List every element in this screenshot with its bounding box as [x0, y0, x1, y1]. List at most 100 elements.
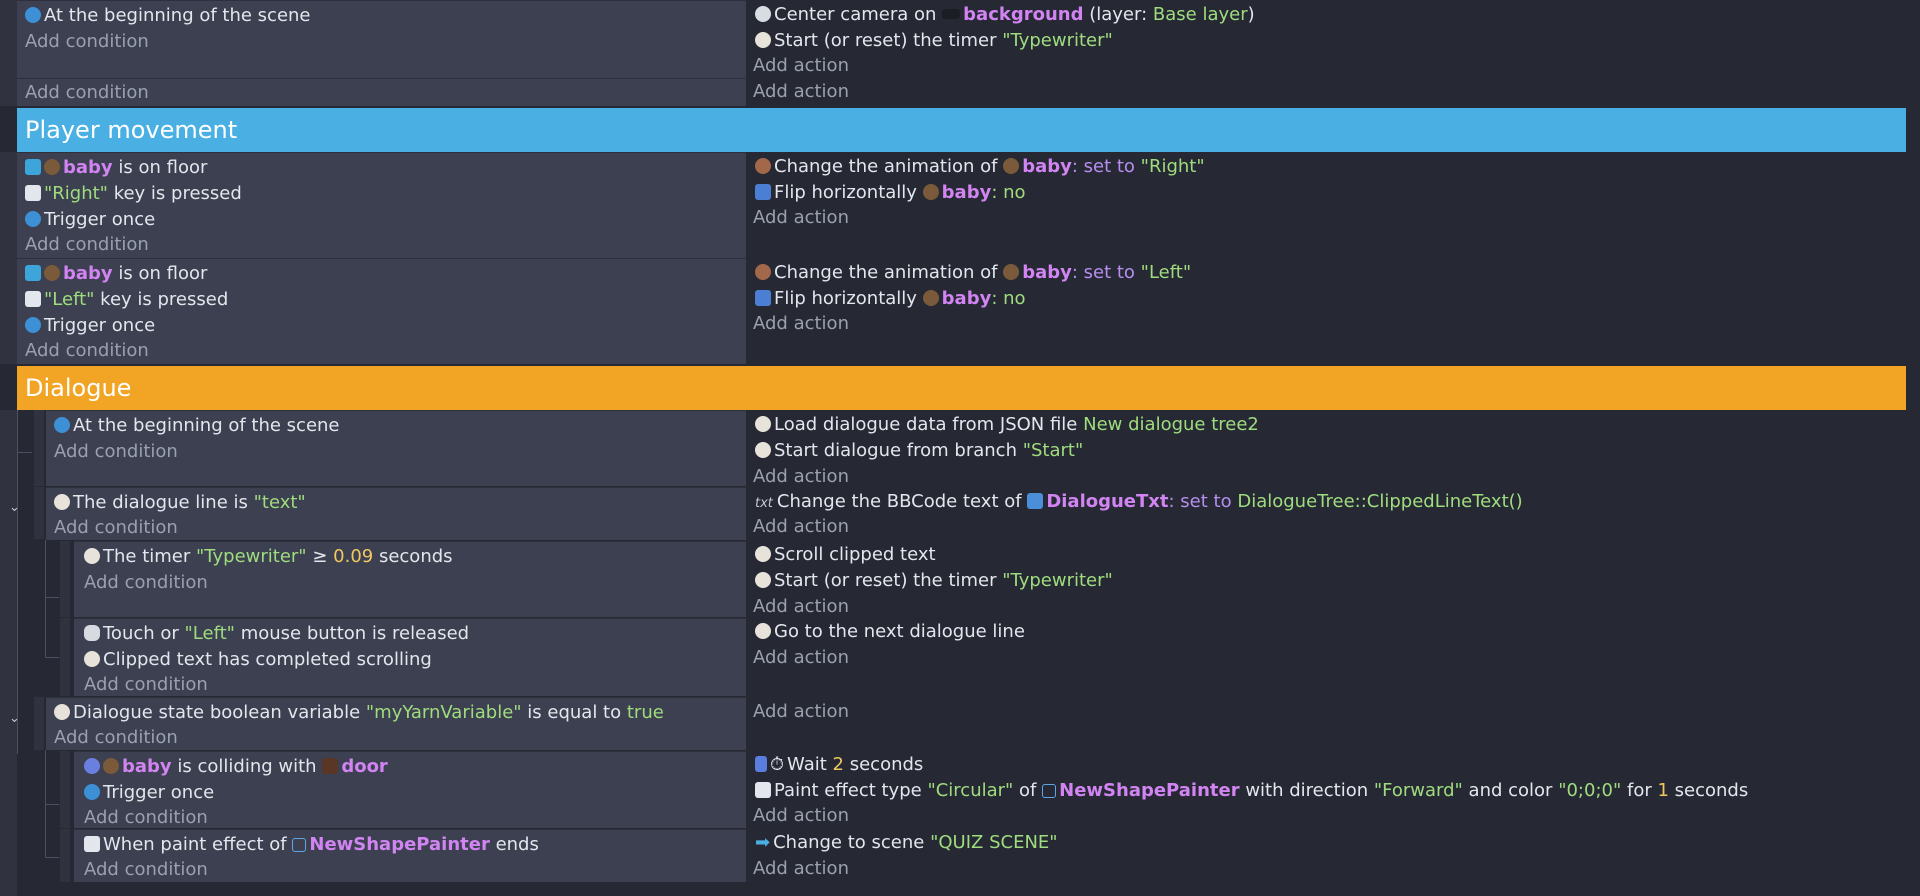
object-name: baby: [1022, 262, 1072, 283]
action-row[interactable]: Load dialogue data from JSON file New di…: [755, 413, 1259, 437]
add-condition-link[interactable]: Add condition: [25, 81, 149, 105]
add-action-link[interactable]: Add action: [753, 206, 849, 230]
condition-row[interactable]: Dialogue state boolean variable "myYarnV…: [54, 701, 664, 725]
action-row[interactable]: Flip horizontally baby: no: [755, 287, 1026, 311]
condition-row[interactable]: The dialogue line is "text": [54, 491, 306, 515]
action-row[interactable]: ⏱ Wait 2 seconds: [755, 753, 923, 777]
string-value: "Left": [184, 623, 235, 644]
action-row[interactable]: Change the animation of baby: set to "Ri…: [755, 155, 1205, 179]
condition-row[interactable]: At the beginning of the scene: [54, 414, 340, 438]
condition-row[interactable]: "Left" key is pressed: [25, 288, 228, 312]
add-condition-link[interactable]: Add condition: [84, 806, 208, 830]
action-text: Flip horizontally: [774, 288, 917, 309]
add-action-link[interactable]: Add action: [753, 857, 849, 881]
add-action-link[interactable]: Add action: [753, 700, 849, 724]
condition-text: Trigger once: [44, 315, 156, 336]
baby-sprite-icon: [1003, 158, 1020, 174]
action-text: Center camera on: [774, 4, 937, 25]
action-text: Change the animation of: [774, 156, 998, 177]
condition-row[interactable]: Touch or "Left" mouse button is released: [84, 622, 469, 646]
empty-event-conditions[interactable]: Add condition: [17, 78, 746, 106]
action-row[interactable]: Start (or reset) the timer "Typewriter": [755, 569, 1113, 593]
string-value: "myYarnVariable": [365, 702, 522, 723]
event-1-conditions[interactable]: At the beginning of the scene Add condit…: [17, 0, 746, 78]
trigger-once-icon: [25, 211, 41, 227]
baby-sprite-icon: [44, 159, 60, 175]
add-action-link[interactable]: Add action: [753, 515, 849, 539]
boolean-value: true: [626, 702, 664, 723]
event-4-conditions[interactable]: At the beginning of the scene Add condit…: [46, 410, 746, 486]
add-action-link[interactable]: Add action: [753, 804, 849, 828]
flip-icon: [755, 290, 771, 306]
action-row[interactable]: Go to the next dialogue line: [755, 620, 1025, 644]
action-row[interactable]: Center camera on background (layer: Base…: [755, 3, 1255, 27]
action-row[interactable]: Start (or reset) the timer "Typewriter": [755, 29, 1113, 53]
event-indent: [60, 541, 70, 617]
event-5-conditions[interactable]: The dialogue line is "text" Add conditio…: [46, 487, 746, 540]
object-name: NewShapePainter: [1059, 780, 1240, 801]
string-value: "QUIZ SCENE": [930, 832, 1058, 853]
event-3-conditions[interactable]: baby is on floor "Left" key is pressed T…: [17, 258, 746, 364]
condition-row[interactable]: Trigger once: [25, 314, 155, 338]
condition-row[interactable]: "Right" key is pressed: [25, 182, 242, 206]
add-condition-link[interactable]: Add condition: [84, 858, 208, 882]
event-10-conditions[interactable]: When paint effect of NewShapePainter end…: [74, 829, 746, 882]
action-row[interactable]: Start dialogue from branch "Start": [755, 439, 1083, 463]
condition-row[interactable]: When paint effect of NewShapePainter end…: [84, 833, 539, 857]
action-text: Change the animation of: [774, 262, 998, 283]
event-gutter: [0, 410, 17, 896]
condition-row[interactable]: baby is on floor: [25, 262, 207, 286]
group-player-movement[interactable]: Player movement: [17, 108, 1906, 152]
add-action-link[interactable]: Add action: [753, 595, 849, 619]
action-row[interactable]: txt Change the BBCode text of DialogueTxt…: [755, 490, 1523, 514]
condition-row[interactable]: baby is on floor: [25, 156, 207, 180]
add-action-link[interactable]: Add action: [753, 646, 849, 670]
action-row[interactable]: Scroll clipped text: [755, 543, 936, 567]
event-6-conditions[interactable]: The timer "Typewriter" ≥ 0.09 seconds Ad…: [74, 541, 746, 617]
action-text: ): [1247, 4, 1255, 25]
collapse-chevron-icon[interactable]: ⌄: [9, 711, 20, 726]
condition-text: The dialogue line is: [73, 492, 248, 513]
keyword: : set to: [1071, 156, 1135, 177]
action-row[interactable]: Flip horizontally baby: no: [755, 181, 1026, 205]
event-8-conditions[interactable]: Dialogue state boolean variable "myYarnV…: [46, 697, 746, 750]
add-condition-link[interactable]: Add condition: [25, 233, 149, 257]
event-9-conditions[interactable]: baby is colliding with door Trigger once…: [74, 751, 746, 828]
event-7-conditions[interactable]: Touch or "Left" mouse button is released…: [74, 618, 746, 696]
add-condition-link[interactable]: Add condition: [84, 673, 208, 697]
object-name: background: [963, 4, 1084, 25]
action-row[interactable]: Paint effect type "Circular" of NewShape…: [755, 779, 1748, 803]
add-condition-link[interactable]: Add condition: [54, 516, 178, 540]
add-action-link[interactable]: Add action: [753, 465, 849, 489]
add-action-link[interactable]: Add action: [753, 54, 849, 78]
add-action-link[interactable]: Add action: [753, 312, 849, 336]
object-name: baby: [122, 756, 172, 777]
condition-row[interactable]: baby is colliding with door: [84, 755, 388, 779]
add-condition-link[interactable]: Add condition: [54, 440, 178, 464]
condition-row[interactable]: The timer "Typewriter" ≥ 0.09 seconds: [84, 545, 453, 569]
condition-row[interactable]: At the beginning of the scene: [25, 4, 311, 28]
action-row[interactable]: ➡ Change to scene "QUIZ SCENE": [755, 831, 1058, 855]
add-condition-link[interactable]: Add condition: [25, 339, 149, 363]
add-condition-link[interactable]: Add condition: [54, 726, 178, 750]
event-2-conditions[interactable]: baby is on floor "Right" key is pressed …: [17, 152, 746, 258]
add-condition-link[interactable]: Add condition: [25, 30, 149, 54]
event-indent: [60, 751, 70, 828]
condition-row[interactable]: Trigger once: [25, 208, 155, 232]
add-action-link[interactable]: Add action: [753, 80, 849, 104]
group-dialogue[interactable]: Dialogue: [17, 366, 1906, 410]
action-text: seconds: [849, 754, 924, 775]
event-indent: [60, 618, 70, 696]
add-condition-link[interactable]: Add condition: [84, 571, 208, 595]
yarn-icon: [755, 416, 771, 432]
condition-text: key is pressed: [113, 183, 242, 204]
condition-text: is equal to: [527, 702, 622, 723]
condition-text: mouse button is released: [240, 623, 470, 644]
number-value: 0.09: [333, 546, 374, 567]
collapse-chevron-icon[interactable]: ⌄: [9, 500, 20, 515]
action-text: Flip horizontally: [774, 182, 917, 203]
condition-row[interactable]: Clipped text has completed scrolling: [84, 648, 432, 672]
condition-row[interactable]: Trigger once: [84, 781, 214, 805]
action-row[interactable]: Change the animation of baby: set to "Le…: [755, 261, 1191, 285]
timer-icon: [755, 32, 771, 48]
